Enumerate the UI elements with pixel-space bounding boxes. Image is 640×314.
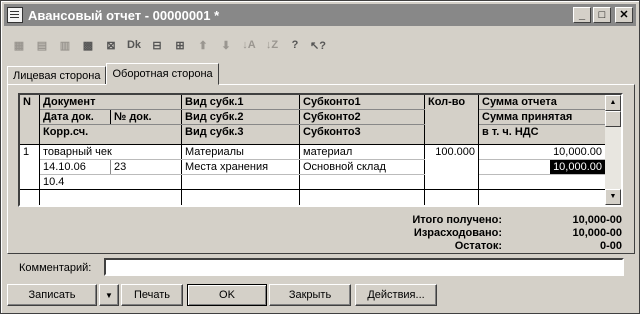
cell-report-sum[interactable]: 10,000.00	[479, 145, 605, 159]
comment-label: Комментарий:	[19, 262, 92, 274]
print-button[interactable]: Печать	[121, 284, 183, 306]
total-received-value: 10,000-00	[572, 214, 622, 226]
cell-subconto-2[interactable]: Основной склад	[300, 160, 424, 174]
advance-report-window: Авансовый отчет - 00000001 * _ □ ✕ ▦ ▤ ▥…	[0, 0, 640, 314]
total-spent-value: 10,000-00	[572, 227, 622, 239]
mark-delete-icon[interactable]: ⊠	[101, 35, 121, 55]
title-bar: Авансовый отчет - 00000001 * _ □ ✕	[4, 4, 636, 26]
help-icon[interactable]: ?	[285, 35, 305, 55]
cell-quantity[interactable]: 100.000	[425, 145, 478, 159]
cell-subconto-type-3[interactable]	[182, 175, 299, 189]
cell-vat[interactable]	[479, 175, 605, 189]
header-doc-date: Дата док.	[40, 110, 110, 124]
header-subconto-type-2: Вид субк.2	[182, 110, 299, 124]
cell-accepted-sum[interactable]: 10,000.00	[550, 160, 605, 174]
maximize-button[interactable]: □	[593, 7, 611, 23]
header-corr-account: Корр.сч.	[40, 125, 181, 144]
header-subconto-2: Субконто2	[300, 110, 424, 124]
delete-row-icon[interactable]: ▩	[78, 35, 98, 55]
scroll-thumb[interactable]	[605, 111, 621, 127]
header-subconto-type-3: Вид субк.3	[182, 125, 299, 144]
header-doc-number: № док.	[111, 110, 181, 124]
cell-corr-account[interactable]: 10.4	[40, 175, 181, 189]
move-down-icon[interactable]: ⬇	[216, 35, 236, 55]
copy-row-icon[interactable]: ▤	[32, 35, 52, 55]
close-window-button[interactable]: ✕	[615, 7, 633, 23]
save-button-label: Записать	[28, 289, 76, 301]
cell-subconto-1[interactable]: материал	[300, 145, 424, 159]
table-scrollbar[interactable]: ▲ ▼	[605, 95, 621, 205]
cell-subconto-type-2[interactable]: Места хранения	[182, 160, 299, 174]
total-received-label: Итого получено:	[412, 214, 502, 226]
cell-doc-number[interactable]: 23	[111, 160, 181, 174]
header-subconto-type-1: Вид субк.1	[182, 95, 299, 109]
sort-desc-icon[interactable]: ↓Z	[262, 35, 282, 55]
balance-label: Остаток:	[454, 240, 502, 252]
table-toolbar: ▦ ▤ ▥ ▩ ⊠ Dk ⊟ ⊞ ⬆ ⬇ ↓A ↓Z ? ↖?	[9, 34, 331, 56]
insert-icon[interactable]: ⊞	[170, 35, 190, 55]
actions-button[interactable]: Действия...	[355, 284, 437, 306]
cell-doc-date[interactable]: 14.10.06	[40, 160, 110, 174]
save-button[interactable]: Записать	[7, 284, 97, 306]
scroll-down-icon[interactable]: ▼	[605, 189, 621, 205]
header-quantity: Кол-во	[425, 95, 478, 144]
header-vat: в т. ч. НДС	[479, 125, 605, 144]
cell-subconto-type-1[interactable]: Материалы	[182, 145, 299, 159]
tab-strip: Лицевая сторона Оборотная сторона	[7, 63, 219, 85]
tab-front-side[interactable]: Лицевая сторона	[7, 66, 107, 85]
balance-value: 0-00	[599, 240, 622, 252]
close-button[interactable]: Закрыть	[269, 284, 351, 306]
header-report-sum: Сумма отчета	[479, 95, 605, 109]
move-up-icon[interactable]: ⬆	[193, 35, 213, 55]
total-spent-label: Израсходовано:	[413, 227, 502, 239]
header-subconto-1: Субконто1	[300, 95, 424, 109]
new-row-icon[interactable]: ▦	[9, 35, 29, 55]
tab-back-side[interactable]: Оборотная сторона	[106, 63, 219, 85]
cell-document[interactable]: товарный чек	[40, 145, 181, 159]
save-menu-button[interactable]: ▼	[99, 284, 119, 306]
scroll-up-icon[interactable]: ▲	[605, 95, 621, 111]
ok-button[interactable]: OK	[187, 284, 267, 306]
expense-table[interactable]: N Документ Дата док. № док. Корр.сч. Вид…	[18, 93, 623, 207]
sort-asc-icon[interactable]: ↓A	[239, 35, 259, 55]
header-n: N	[20, 95, 39, 144]
comment-input[interactable]	[104, 258, 624, 276]
dk-icon[interactable]: Dk	[124, 35, 144, 55]
header-document: Документ	[40, 95, 181, 109]
document-icon	[7, 7, 23, 23]
clear-icon[interactable]: ⊟	[147, 35, 167, 55]
cell-subconto-3[interactable]	[300, 175, 424, 189]
window-title: Авансовый отчет - 00000001 *	[28, 7, 220, 23]
row-number: 1	[23, 146, 30, 158]
header-accepted-sum: Сумма принятая	[479, 110, 605, 124]
minimize-button[interactable]: _	[573, 7, 591, 23]
pointer-help-icon[interactable]: ↖?	[308, 35, 328, 55]
edit-row-icon[interactable]: ▥	[55, 35, 75, 55]
header-subconto-3: Субконто3	[300, 125, 424, 144]
